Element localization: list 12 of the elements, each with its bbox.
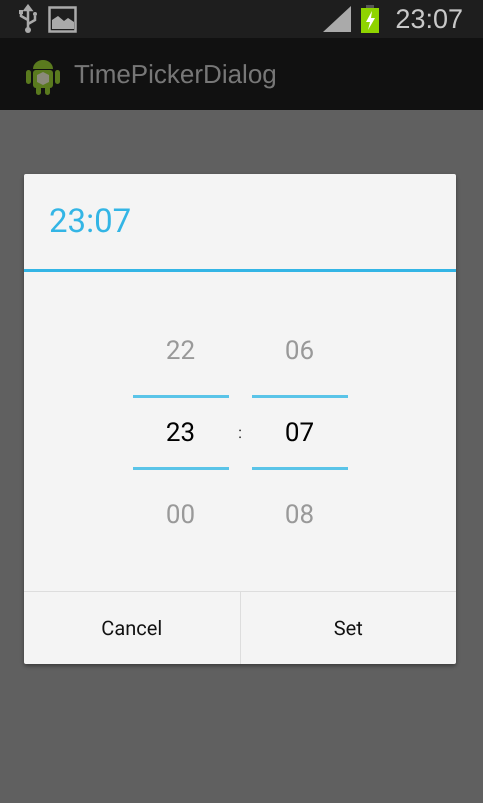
- usb-icon: [18, 4, 38, 34]
- clock-time: 23:07: [395, 4, 463, 34]
- dialog-button[interactable]: Set: [240, 592, 456, 664]
- dialog-title: 23:07: [49, 202, 132, 241]
- app-title: TimePickerDialog: [74, 58, 277, 90]
- picker-value[interactable]: 23: [132, 395, 228, 470]
- image-icon: [48, 6, 77, 32]
- battery-icon: [361, 5, 380, 33]
- signal-icon: [323, 6, 352, 32]
- picker-value[interactable]: 07: [252, 395, 348, 470]
- dialog-button[interactable]: Cancel: [24, 592, 240, 664]
- time-separator: :: [237, 423, 243, 442]
